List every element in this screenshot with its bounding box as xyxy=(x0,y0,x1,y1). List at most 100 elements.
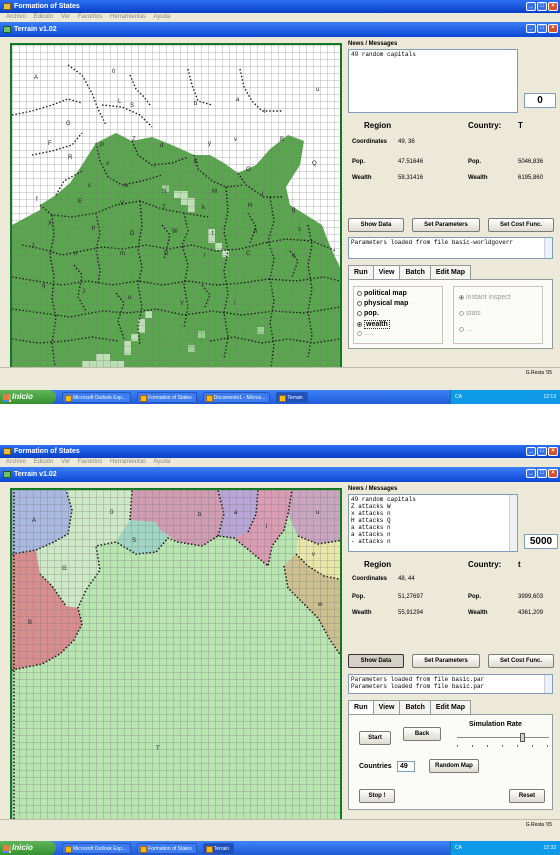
back-button[interactable]: Back xyxy=(403,727,441,741)
outer-title-bar: Formation of States _ □ × xyxy=(0,445,560,458)
country-label-E: E xyxy=(78,199,83,205)
view-tab-panel: political map physical map pop. wealth .… xyxy=(348,279,553,349)
news-scrollbar[interactable] xyxy=(509,495,517,551)
country-label-U: U xyxy=(164,251,169,257)
terrain-map[interactable]: A 0 S Gb a l u v w B T xyxy=(10,488,342,824)
tab-strip: Run View Batch Edit Map xyxy=(348,265,472,280)
taskbar-item-outlook[interactable]: Microsoft Outlook Exp... xyxy=(62,842,132,854)
taskbar-item-formation[interactable]: Formation of States xyxy=(137,391,197,403)
windows-taskbar: Inicio Microsoft Outlook Exp... Formatio… xyxy=(0,841,560,855)
country-label-G: G xyxy=(62,566,67,572)
language-indicator[interactable]: CA xyxy=(455,394,462,400)
tab-edit-map[interactable]: Edit Map xyxy=(429,700,472,714)
slider-track xyxy=(457,737,549,739)
country-label-K: K xyxy=(194,159,199,165)
country-label-P: P xyxy=(100,143,105,149)
country-label-v: v xyxy=(312,552,315,558)
radio-circle-icon xyxy=(357,301,362,306)
taskbar-item-terrain[interactable]: Terrain xyxy=(202,842,235,854)
country-pop-label: Pop. xyxy=(468,159,481,165)
outer-title-bar: Formation of States _ □ × xyxy=(0,0,560,13)
tab-batch[interactable]: Batch xyxy=(399,700,431,714)
region-wealth-value: 58,31416 xyxy=(398,175,424,181)
tab-batch[interactable]: Batch xyxy=(399,265,431,279)
coordinates-label: Coordinates xyxy=(352,576,388,582)
parameters-log[interactable]: Parameters loaded from file basic.par Pa… xyxy=(348,674,553,694)
minimize-icon[interactable]: _ xyxy=(526,469,536,478)
country-label-T: T xyxy=(156,746,160,752)
start-sim-button[interactable]: Start xyxy=(359,731,391,745)
close-icon[interactable]: × xyxy=(548,447,558,456)
news-messages-box[interactable]: 49 random capitals Z attacks W x attacks… xyxy=(348,494,518,552)
radio-stats[interactable]: stats xyxy=(459,310,481,317)
menu-bar[interactable]: Archivo Edición Ver Favoritos Herramient… xyxy=(0,13,560,22)
minimize-icon[interactable]: _ xyxy=(526,447,536,456)
region-country-stats: Region Country: t Coordinates 48, 44 Pop… xyxy=(348,556,556,652)
clock[interactable]: 12:33 xyxy=(543,841,556,855)
news-message: Z attacks W xyxy=(351,503,391,510)
inner-title-bar: Terrain v1.02 _ □ × xyxy=(0,467,560,482)
terrain-map[interactable]: A 0 L Sb a l u G F P Zd y v B Rx r K O Qc w N Mj f E V Tk Hg Xp D Wt h… xyxy=(10,43,342,373)
close-icon[interactable]: × xyxy=(548,2,558,11)
country-label-q: q xyxy=(42,283,46,289)
step-counter: 0 xyxy=(524,93,556,108)
radio-physical-map[interactable]: physical map xyxy=(357,300,408,307)
region-wealth-value: 55,91294 xyxy=(398,610,424,616)
close-icon[interactable]: × xyxy=(548,24,558,33)
country-pop-value: 5046,836 xyxy=(518,159,544,165)
taskbar-item-formation[interactable]: Formation of States xyxy=(137,842,197,854)
language-indicator[interactable]: CA xyxy=(455,845,462,851)
close-icon[interactable]: × xyxy=(548,469,558,478)
tab-run[interactable]: Run xyxy=(348,265,374,279)
country-label-h: h xyxy=(254,229,258,235)
maximize-icon[interactable]: □ xyxy=(537,469,547,478)
maximize-icon[interactable]: □ xyxy=(537,447,547,456)
minimize-icon[interactable]: _ xyxy=(526,24,536,33)
radio-extra-view[interactable]: ..... xyxy=(357,330,374,337)
parameters-log[interactable]: Parameters loaded from file basic-worldg… xyxy=(348,237,553,259)
reset-button[interactable]: Reset xyxy=(509,789,545,803)
start-button[interactable]: Inicio xyxy=(0,390,56,404)
clock[interactable]: 12:13 xyxy=(543,390,556,404)
country-label-S: S xyxy=(132,538,137,544)
parameters-scrollbar[interactable] xyxy=(544,238,552,258)
radio-wealth[interactable]: wealth xyxy=(357,320,390,329)
tab-run[interactable]: Run xyxy=(348,700,374,715)
radio-instant-inspect[interactable]: instant inspect xyxy=(459,294,511,301)
news-messages-box[interactable]: 49 random capitals xyxy=(348,49,518,113)
country-label-a: a xyxy=(236,97,240,103)
country-label-m: m xyxy=(120,251,125,257)
tab-view[interactable]: View xyxy=(372,700,401,714)
maximize-icon[interactable]: □ xyxy=(537,2,547,11)
radio-pop[interactable]: pop. xyxy=(357,310,379,317)
stop-button[interactable]: Stop ! xyxy=(359,789,395,803)
country-wealth-value: 4361,209 xyxy=(518,610,544,616)
countries-label: Countries xyxy=(359,763,392,770)
set-parameters-button[interactable]: Set Parameters xyxy=(412,218,480,232)
maximize-icon[interactable]: □ xyxy=(537,24,547,33)
minimize-icon[interactable]: _ xyxy=(526,2,536,11)
simulation-rate-slider[interactable] xyxy=(457,733,549,749)
slider-thumb[interactable] xyxy=(519,733,525,742)
taskbar-item-document[interactable]: Documento1 - Micros... xyxy=(202,391,271,403)
set-cost-func-button[interactable]: Set Cost Func. xyxy=(488,654,554,668)
show-data-button[interactable]: Show Data xyxy=(348,218,404,232)
countries-input[interactable]: 49 xyxy=(397,761,415,772)
country-label-t: t xyxy=(212,231,214,237)
set-cost-func-button[interactable]: Set Cost Func. xyxy=(488,218,554,232)
start-button[interactable]: Inicio xyxy=(0,841,56,855)
author-credit: G.Resta '05 xyxy=(525,822,552,828)
taskbar-item-outlook[interactable]: Microsoft Outlook Exp... xyxy=(62,391,132,403)
terrain-window-client: A 0 L Sb a l u G F P Zd y v B Rx r K O Qc w N Mj f E V Tk Hg Xp D Wt h… xyxy=(0,37,560,373)
show-data-button[interactable]: Show Data xyxy=(348,654,404,668)
set-parameters-button[interactable]: Set Parameters xyxy=(412,654,480,668)
radio-extra-inspect[interactable]: ... xyxy=(459,326,472,333)
tab-view[interactable]: View xyxy=(372,265,401,280)
taskbar-item-terrain[interactable]: Terrain xyxy=(276,391,308,403)
radio-political-map[interactable]: political map xyxy=(357,290,407,297)
tab-edit-map[interactable]: Edit Map xyxy=(429,265,472,279)
parameters-scrollbar[interactable] xyxy=(544,675,552,693)
country-label-z: z xyxy=(32,243,35,249)
random-map-button[interactable]: Random Map xyxy=(429,759,479,773)
menu-bar[interactable]: Archivo Edición Ver Favoritos Herramient… xyxy=(0,458,560,467)
